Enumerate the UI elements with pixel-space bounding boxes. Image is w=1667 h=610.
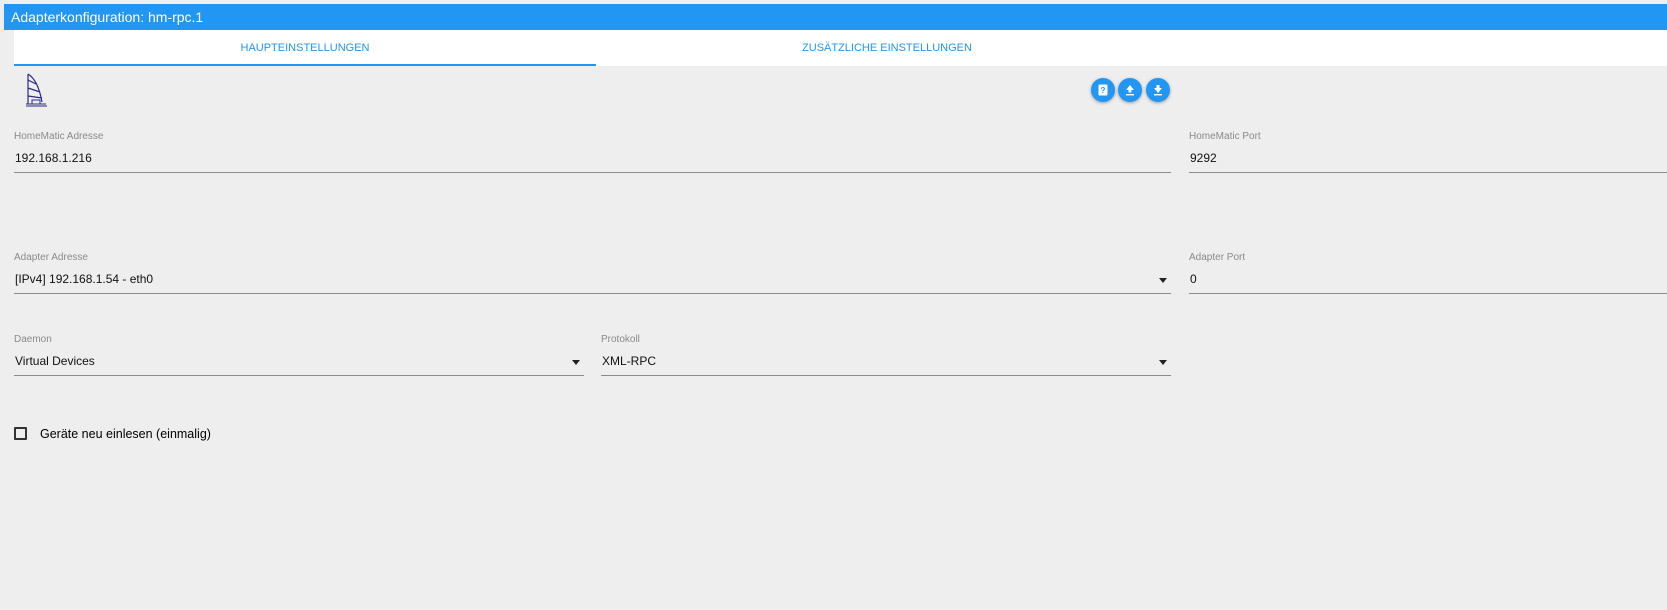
- adapter-port-value: 0: [1190, 272, 1197, 286]
- dropdown-arrow-icon: [572, 360, 580, 365]
- reload-devices-label[interactable]: Geräte neu einlesen (einmalig): [40, 427, 211, 441]
- protocol-label: Protokoll: [601, 334, 640, 345]
- tab-main-settings[interactable]: HAUPTEINSTELLUNGEN: [14, 30, 596, 66]
- input-underline: [14, 375, 584, 376]
- tab-bar: HAUPTEINSTELLUNGEN ZUSÄTZLICHE EINSTELLU…: [14, 30, 1667, 66]
- homematic-port-value: 9292: [1190, 151, 1217, 165]
- homematic-address-field[interactable]: HomeMatic Adresse 192.168.1.216: [14, 131, 1171, 177]
- homematic-address-label: HomeMatic Adresse: [14, 131, 104, 142]
- dropdown-arrow-icon: [1159, 360, 1167, 365]
- dropdown-arrow-icon: [1159, 278, 1167, 283]
- homematic-port-label: HomeMatic Port: [1189, 131, 1261, 142]
- window-title: Adapterkonfiguration: hm-rpc.1: [4, 4, 1667, 30]
- daemon-value: Virtual Devices: [15, 354, 95, 368]
- input-underline: [14, 293, 1171, 294]
- daemon-select[interactable]: Daemon Virtual Devices: [14, 334, 584, 380]
- active-tab-indicator: [14, 64, 596, 66]
- homematic-address-value: 192.168.1.216: [15, 151, 92, 165]
- protocol-value: XML-RPC: [602, 354, 657, 368]
- adapter-port-label: Adapter Port: [1189, 252, 1246, 263]
- adapter-address-select[interactable]: Adapter Adresse [IPv4] 192.168.1.54 - et…: [14, 252, 1171, 298]
- input-underline: [1189, 172, 1667, 173]
- homematic-port-field[interactable]: HomeMatic Port 9292: [1189, 131, 1667, 177]
- download-icon: [1154, 85, 1162, 96]
- reload-devices-checkbox[interactable]: [14, 427, 27, 440]
- upload-icon: [1126, 85, 1134, 96]
- download-button[interactable]: [1146, 78, 1170, 102]
- adapter-address-value: [IPv4] 192.168.1.54 - eth0: [15, 272, 154, 286]
- help-icon: ?: [1098, 84, 1108, 96]
- upload-button[interactable]: [1118, 78, 1142, 102]
- tab-additional-settings[interactable]: ZUSÄTZLICHE EINSTELLUNGEN: [596, 30, 1178, 66]
- input-underline: [14, 172, 1171, 173]
- input-underline: [601, 375, 1171, 376]
- adapter-logo: [22, 70, 52, 110]
- svg-text:?: ?: [1101, 86, 1106, 95]
- adapter-address-label: Adapter Adresse: [14, 252, 88, 263]
- protocol-select[interactable]: Protokoll XML-RPC: [601, 334, 1171, 380]
- adapter-port-field[interactable]: Adapter Port 0: [1189, 252, 1667, 298]
- help-button[interactable]: ?: [1091, 78, 1115, 102]
- daemon-label: Daemon: [14, 334, 52, 345]
- input-underline: [1189, 293, 1667, 294]
